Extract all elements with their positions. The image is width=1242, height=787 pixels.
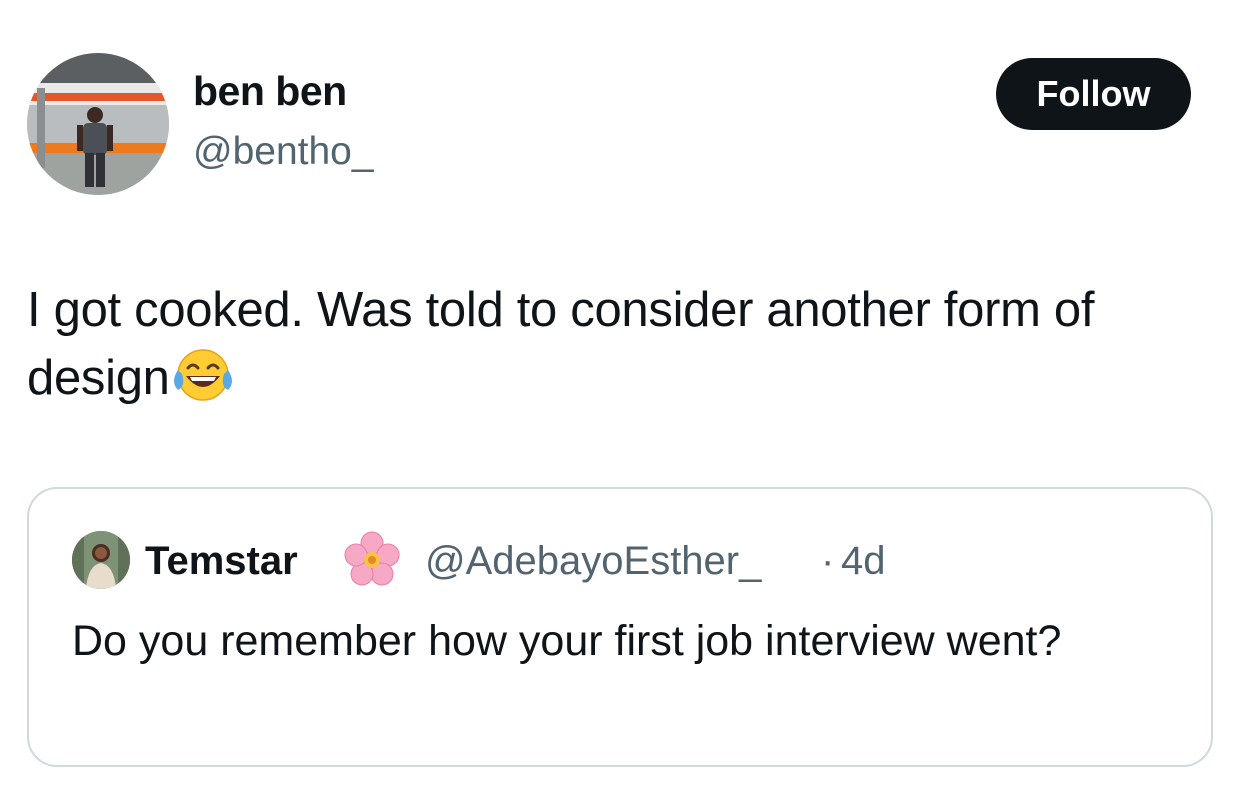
author-display-name[interactable]: ben ben — [193, 68, 347, 115]
face-with-tears-of-joy-icon — [172, 346, 234, 404]
meta-separator: · — [821, 539, 835, 583]
author-avatar[interactable] — [27, 53, 169, 195]
quoted-display-name[interactable]: Temstar — [145, 539, 298, 584]
tweet-card: ben ben @bentho_ Follow I got cooked. Wa… — [0, 0, 1242, 787]
quoted-tweet-text: Do you remember how your first job inter… — [72, 617, 1062, 665]
author-handle[interactable]: @bentho_ — [193, 130, 374, 174]
profile-photo — [27, 53, 169, 195]
cherry-blossom-icon — [341, 529, 403, 591]
tweet-text: I got cooked. Was told to consider anoth… — [27, 276, 1197, 412]
quoted-handle[interactable]: @AdebayoEsther_ — [425, 539, 761, 584]
quoted-timestamp[interactable]: 4d — [841, 539, 886, 584]
profile-photo — [72, 531, 130, 589]
follow-button[interactable]: Follow — [996, 58, 1191, 130]
quoted-tweet[interactable]: Temstar @AdebayoEsther_ · 4d Do you reme… — [27, 487, 1213, 767]
quoted-author-avatar[interactable] — [72, 531, 130, 589]
